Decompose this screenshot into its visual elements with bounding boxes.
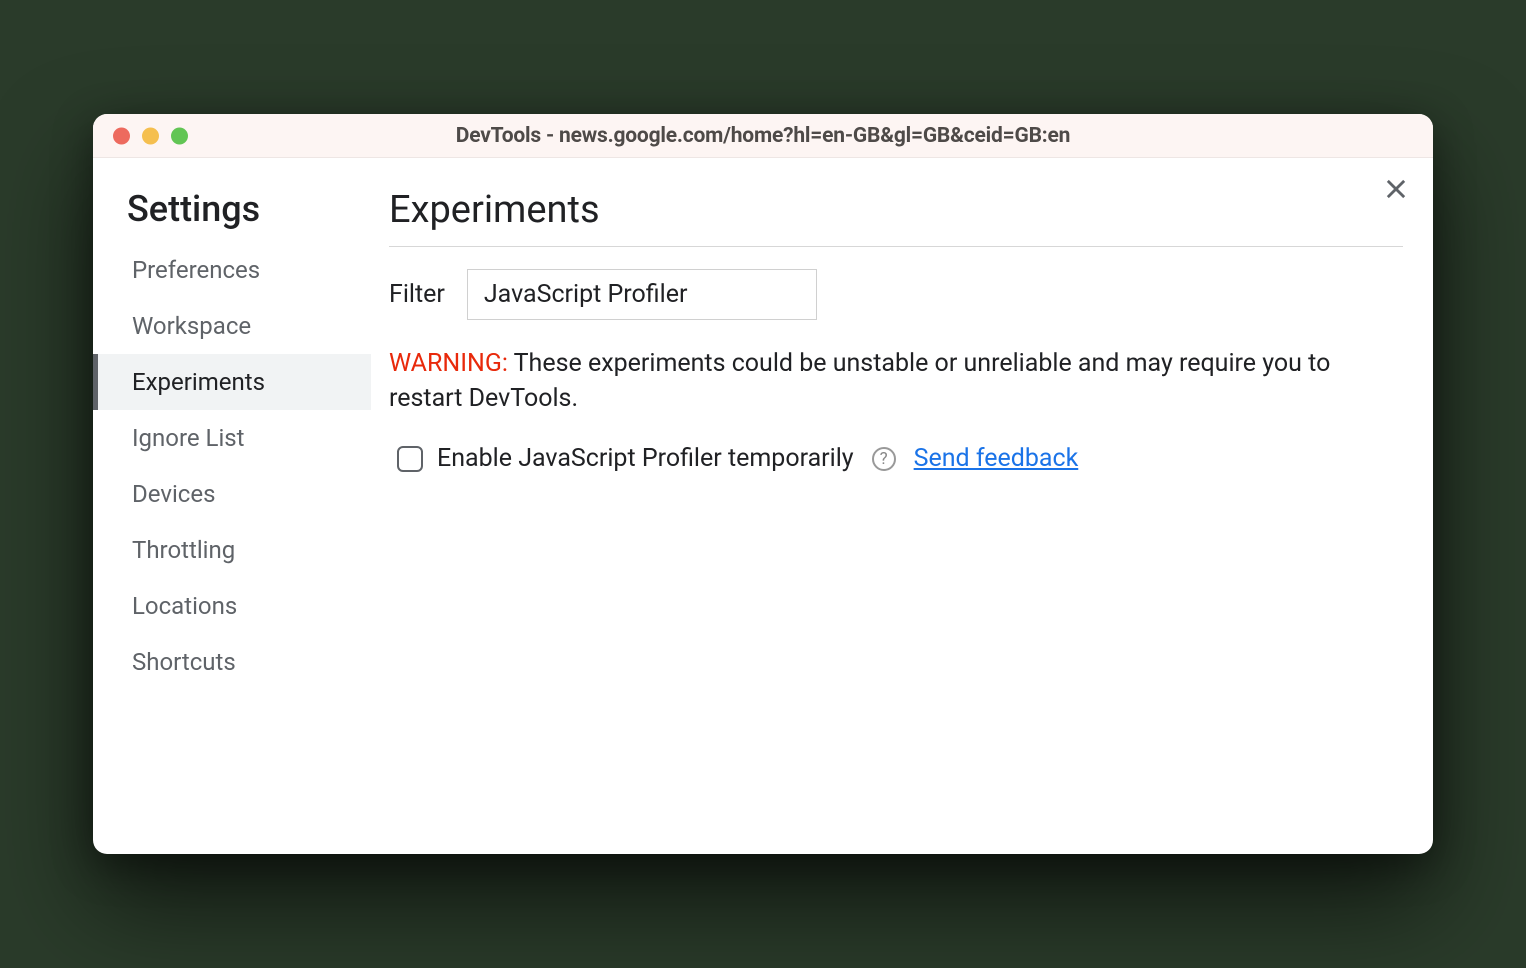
sidebar-item-workspace[interactable]: Workspace bbox=[93, 298, 371, 354]
filter-label: Filter bbox=[389, 280, 445, 309]
filter-row: Filter bbox=[389, 269, 1403, 320]
send-feedback-link[interactable]: Send feedback bbox=[914, 444, 1079, 473]
experiment-checkbox[interactable] bbox=[397, 446, 423, 472]
experiment-label: Enable JavaScript Profiler temporarily bbox=[437, 444, 854, 473]
sidebar-item-shortcuts[interactable]: Shortcuts bbox=[93, 634, 371, 690]
sidebar-item-preferences[interactable]: Preferences bbox=[93, 242, 371, 298]
sidebar-title: Settings bbox=[105, 188, 371, 242]
minimize-window-dot[interactable] bbox=[142, 127, 159, 144]
close-settings-button[interactable] bbox=[1381, 174, 1411, 204]
close-window-dot[interactable] bbox=[113, 127, 130, 144]
sidebar-item-devices[interactable]: Devices bbox=[93, 466, 371, 522]
content-area: Settings Preferences Workspace Experimen… bbox=[93, 158, 1433, 854]
sidebar-item-experiments[interactable]: Experiments bbox=[93, 354, 371, 410]
warning-prefix: WARNING: bbox=[389, 349, 508, 378]
maximize-window-dot[interactable] bbox=[171, 127, 188, 144]
devtools-window: DevTools - news.google.com/home?hl=en-GB… bbox=[93, 114, 1433, 854]
page-title: Experiments bbox=[389, 188, 1403, 247]
warning-message: These experiments could be unstable or u… bbox=[389, 349, 1330, 413]
sidebar-item-ignore-list[interactable]: Ignore List bbox=[93, 410, 371, 466]
filter-input[interactable] bbox=[467, 269, 817, 320]
warning-text: WARNING: These experiments could be unst… bbox=[389, 346, 1403, 416]
titlebar: DevTools - news.google.com/home?hl=en-GB… bbox=[93, 114, 1433, 158]
sidebar: Settings Preferences Workspace Experimen… bbox=[93, 158, 371, 854]
sidebar-item-throttling[interactable]: Throttling bbox=[93, 522, 371, 578]
window-title: DevTools - news.google.com/home?hl=en-GB… bbox=[456, 124, 1070, 148]
help-icon[interactable]: ? bbox=[872, 447, 896, 471]
experiment-row: Enable JavaScript Profiler temporarily ?… bbox=[389, 444, 1403, 473]
main-panel: Experiments Filter WARNING: These experi… bbox=[371, 158, 1433, 854]
close-icon bbox=[1382, 175, 1410, 203]
sidebar-item-locations[interactable]: Locations bbox=[93, 578, 371, 634]
traffic-lights bbox=[113, 127, 188, 144]
